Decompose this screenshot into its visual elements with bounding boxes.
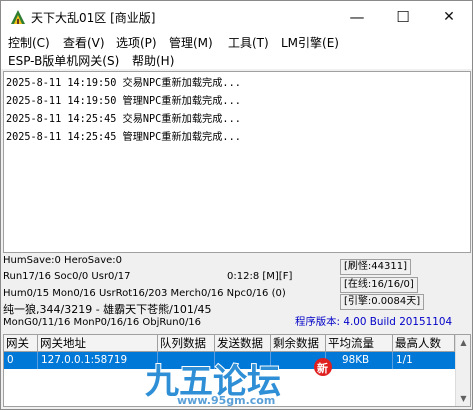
watermark-badge: 新 [317, 361, 328, 375]
menu-control[interactable]: 控制(C) [8, 34, 50, 51]
column-header-queue[interactable]: 队列数据 [158, 335, 215, 352]
minimize-icon[interactable]: — [334, 1, 380, 33]
log-panel[interactable]: 2025-8-11 14:19:50 交易NPC重新加载完成... 2025-8… [3, 71, 471, 253]
monster-object-status: MonG0/11/16 MonP0/16/16 ObjRun0/16 [3, 317, 202, 328]
menu-help[interactable]: 帮助(H) [132, 52, 174, 69]
column-header-max-users[interactable]: 最高人数 [393, 335, 455, 352]
scroll-up-icon[interactable]: ▲ [456, 335, 470, 350]
table-cell: 1/1 [396, 354, 413, 366]
title-bar[interactable]: 天下大乱01区 [商业版] — ☐ ✕ [1, 1, 472, 33]
menu-options[interactable]: 选项(P) [116, 34, 157, 51]
table-cell: 0 [4, 352, 38, 369]
online-box: [在线:16/16/0] [340, 277, 418, 293]
maximize-icon[interactable]: ☐ [380, 1, 426, 33]
log-line: 2025-8-11 14:19:50 交易NPC重新加载完成... [6, 78, 241, 89]
window-title: 天下大乱01区 [商业版] [31, 11, 156, 25]
save-status: HumSave:0 HeroSave:0 [3, 255, 123, 266]
column-header-address[interactable]: 网关地址 [38, 335, 158, 352]
vertical-scrollbar[interactable]: ▲ ▼ [455, 335, 470, 406]
log-line: 2025-8-11 14:25:45 管理NPC重新加载完成... [6, 132, 241, 143]
run-status: Run17/16 Soc0/0 Usr0/17 [3, 271, 131, 282]
scroll-down-icon[interactable]: ▼ [456, 391, 470, 406]
menu-bar: 控制(C) 查看(V) 选项(P) 管理(M) 工具(T) LM引擎(E) ES… [1, 33, 472, 69]
log-line: 2025-8-11 14:19:50 管理NPC重新加载完成... [6, 96, 241, 107]
player-status: 纯一狼,344/3219 - 雄霸天下苍熊/101/45 [3, 303, 212, 316]
column-header-sent[interactable]: 发送数据 [215, 335, 271, 352]
timer-status: 0:12:8 [M][F] [227, 271, 293, 282]
human-monster-status: Hum0/15 Mon0/16 UsrRot16/203 Merch0/16 N… [3, 288, 286, 299]
engine-box: [引擎:0.0084天] [340, 294, 425, 310]
log-line: 2025-8-11 14:25:45 交易NPC重新加载完成... [6, 114, 241, 125]
table-cell: 127.0.0.1:58719 [38, 352, 158, 369]
menu-view[interactable]: 查看(V) [63, 34, 105, 51]
watermark-url: www.95gm.com [177, 394, 276, 407]
main-window: 天下大乱01区 [商业版] — ☐ ✕ 控制(C) 查看(V) 选项(P) 管理… [0, 0, 473, 410]
close-icon[interactable]: ✕ [426, 1, 472, 33]
column-header-gateway[interactable]: 网关 [4, 335, 38, 352]
game-app-icon [11, 10, 25, 24]
menu-tools[interactable]: 工具(T) [228, 34, 269, 51]
program-version: 程序版本: 4.00 Build 20151104 [295, 316, 453, 328]
column-header-avg-flow[interactable]: 平均流量 [326, 335, 393, 352]
column-header-remaining[interactable]: 剩余数据 [271, 335, 326, 352]
menu-esp-gateway[interactable]: ESP-B版单机网关(S) [8, 52, 119, 69]
menu-manage[interactable]: 管理(M) [169, 34, 213, 51]
menu-lm-engine[interactable]: LM引擎(E) [281, 34, 339, 51]
refresh-monster-box: [刷怪:44311] [340, 259, 411, 275]
